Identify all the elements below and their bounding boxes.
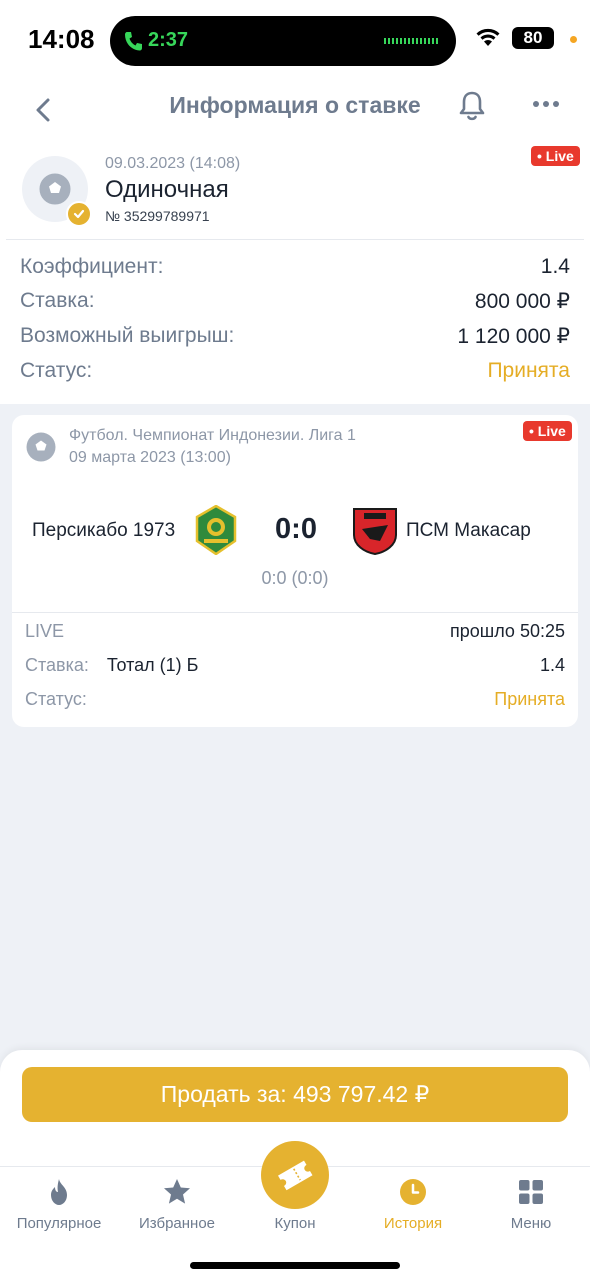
coupon-button[interactable] bbox=[261, 1141, 329, 1209]
soccer-ball-icon bbox=[39, 173, 71, 205]
row-value: 1 120 000 ₽ bbox=[457, 324, 570, 348]
row-label: Коэффициент: bbox=[20, 255, 164, 278]
app-header: Информация о ставке bbox=[0, 80, 590, 140]
stake-label: Ставка: bbox=[25, 654, 89, 675]
bet-type: Одиночная bbox=[105, 176, 229, 203]
status-label: Статус: bbox=[25, 688, 87, 709]
status-time: 14:08 bbox=[28, 24, 95, 54]
event-date: 09 марта 2023 (13:00) bbox=[69, 449, 231, 466]
privacy-dot bbox=[570, 36, 577, 43]
status-row: Статус: Принята bbox=[25, 685, 565, 713]
phone-icon bbox=[125, 31, 142, 50]
stake-market: Тотал (1) Б bbox=[106, 654, 199, 675]
row-label: Возможный выигрыш: bbox=[20, 324, 235, 347]
score-detail: 0:0 (0:0) bbox=[261, 568, 329, 588]
live-row: LIVE прошло 50:25 bbox=[25, 617, 565, 645]
live-label: LIVE bbox=[25, 620, 65, 641]
team-home-name: Персикабо 1973 bbox=[32, 520, 176, 541]
event-league: Футбол. Чемпионат Индонезии. Лига 1 bbox=[69, 427, 356, 444]
team-away-name: ПСМ Макасар bbox=[406, 520, 531, 541]
dynamic-island[interactable]: 2:37 bbox=[110, 16, 456, 66]
wifi-icon bbox=[476, 28, 500, 46]
nav-item-popular[interactable]: Популярное bbox=[0, 1167, 118, 1247]
row-label: Статус: bbox=[20, 359, 93, 382]
grid-icon bbox=[519, 1180, 543, 1204]
status-value: Принята bbox=[494, 688, 565, 709]
nav-item-menu[interactable]: Меню bbox=[472, 1167, 590, 1247]
battery-indicator: 80 bbox=[512, 27, 554, 49]
nav-item-favorites[interactable]: Избранное bbox=[118, 1167, 236, 1247]
nav-label: Популярное bbox=[16, 1215, 102, 1232]
nav-label: Меню bbox=[510, 1215, 552, 1232]
ticket-icon bbox=[278, 1160, 313, 1191]
event-card[interactable]: Футбол. Чемпионат Индонезии. Лига 1 09 м… bbox=[12, 415, 578, 727]
home-indicator bbox=[190, 1262, 400, 1269]
status-bar: 14:08 2:37 80 bbox=[0, 0, 590, 80]
accepted-check-icon bbox=[66, 201, 92, 227]
stake-row: Ставка: 800 000 ₽ bbox=[20, 286, 570, 316]
elapsed-time: прошло 50:25 bbox=[450, 620, 565, 641]
audio-wave-icon bbox=[384, 38, 438, 44]
sell-button[interactable]: Продать за: 493 797.42 ₽ bbox=[22, 1067, 568, 1122]
bell-icon[interactable] bbox=[456, 88, 488, 124]
status-value: Принята bbox=[487, 359, 570, 382]
score: 0:0 bbox=[275, 513, 317, 545]
divider bbox=[6, 239, 584, 240]
row-value: 800 000 ₽ bbox=[474, 289, 570, 313]
clock-icon bbox=[400, 1179, 426, 1205]
row-label: Ставка: bbox=[20, 289, 95, 312]
star-icon bbox=[164, 1179, 190, 1204]
call-timer: 2:37 bbox=[148, 29, 189, 51]
stake-coefficient: 1.4 bbox=[539, 654, 565, 675]
bet-summary: 09.03.2023 (14:08) Одиночная № 352997899… bbox=[0, 140, 590, 404]
call-indicator: 2:37 bbox=[124, 29, 188, 52]
bet-number: № 35299789971 bbox=[105, 208, 210, 224]
nav-label: Избранное bbox=[138, 1215, 216, 1232]
team-home-logo-icon bbox=[195, 505, 237, 555]
status-row: Статус: Принята bbox=[20, 356, 570, 386]
nav-item-history[interactable]: История bbox=[354, 1167, 472, 1247]
flame-icon bbox=[51, 1179, 67, 1205]
possible-win-row: Возможный выигрыш: 1 120 000 ₽ bbox=[20, 321, 570, 351]
nav-label: Купон bbox=[274, 1215, 316, 1232]
live-badge: • Live bbox=[523, 421, 572, 441]
live-badge: • Live bbox=[531, 146, 580, 166]
stake-row: Ставка: Тотал (1) Б 1.4 bbox=[25, 651, 565, 679]
nav-label: История bbox=[383, 1215, 443, 1232]
divider bbox=[12, 612, 578, 613]
soccer-ball-icon bbox=[26, 432, 56, 462]
coefficient-row: Коэффициент: 1.4 bbox=[20, 252, 570, 282]
bet-date: 09.03.2023 (14:08) bbox=[105, 155, 241, 172]
row-value: 1.4 bbox=[540, 255, 570, 278]
page-title: Информация о ставке bbox=[169, 92, 421, 118]
team-away-logo-icon bbox=[353, 508, 397, 555]
more-icon[interactable] bbox=[530, 94, 562, 114]
